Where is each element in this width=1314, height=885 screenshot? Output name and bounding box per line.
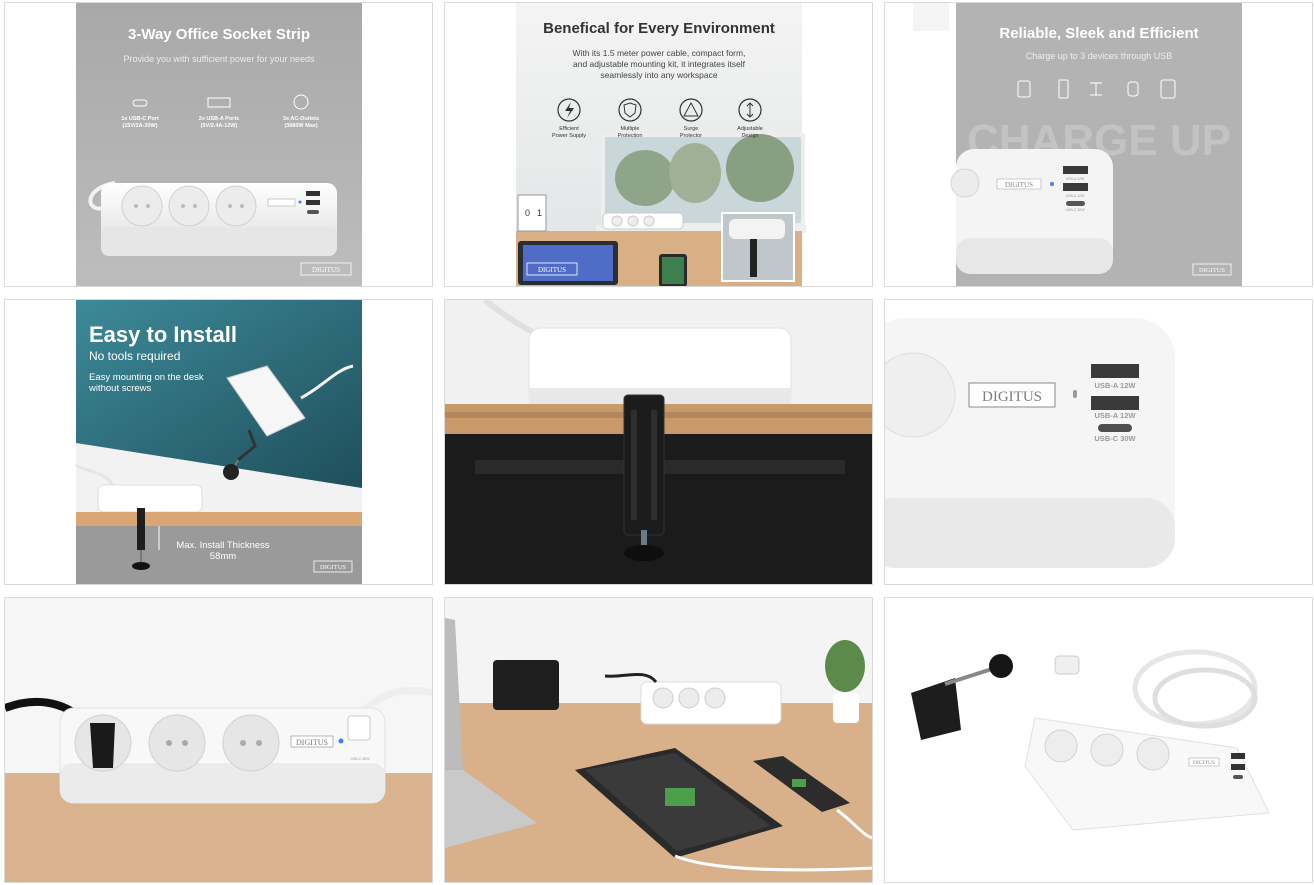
- calendar-digit-1: 0: [525, 208, 530, 218]
- thickness-line-1: Max. Install Thickness: [176, 540, 270, 551]
- clamp-knob: [624, 545, 664, 561]
- benefit-surge-line1: Surge: [684, 126, 699, 132]
- plant: [825, 640, 865, 692]
- port-label-3: USB-C 30W: [1094, 434, 1136, 443]
- brand-logo: DIGITUS: [1193, 760, 1215, 766]
- clamp-knob: [223, 464, 239, 480]
- led-indicator: [1073, 390, 1077, 398]
- charge-subtitle: Charge up to 3 devices through USB: [1026, 51, 1173, 61]
- overview-title: 3-Way Office Socket Strip: [128, 26, 310, 43]
- overview-image: 3-Way Office Socket Strip Provide you wi…: [76, 3, 362, 286]
- feature-ac-line1: 3x AC-Outlets: [283, 116, 319, 122]
- gallery-tile-charge[interactable]: Reliable, Sleek and Efficient Charge up …: [884, 2, 1313, 287]
- ac-outlet: [121, 185, 163, 227]
- desk: [76, 512, 362, 526]
- gallery-tile-ports-closeup[interactable]: DIGITUS USB-A 12W USB-A 12W USB-C 30W: [884, 299, 1313, 585]
- gallery-tile-environment[interactable]: 0 1 Benefical for Every Environment With…: [444, 2, 873, 287]
- brand-logo: DIGITUS: [982, 389, 1042, 405]
- usb-plug: [347, 715, 371, 741]
- benefit-efficient-line1: Efficient: [559, 126, 579, 132]
- install-image: Easy to Install No tools required Easy m…: [75, 300, 362, 584]
- environment-body-line-1: With its 1.5 meter power cable, compact …: [573, 48, 746, 58]
- brand-logo: DIGITUS: [538, 266, 566, 274]
- feature-usb-a-line2: (5V/2.4A-12W): [201, 123, 238, 129]
- feature-usb-c-line2: (15V/2A-30W): [122, 123, 157, 129]
- desk-setup-image: [445, 598, 872, 882]
- gallery-tile-clamp-detail[interactable]: [444, 299, 873, 585]
- ac-outlet: [222, 714, 280, 772]
- install-body-line-2: without screws: [88, 383, 152, 394]
- benefit-adjustable-line2: Design: [741, 133, 758, 139]
- environment-title: Benefical for Every Environment: [543, 20, 775, 37]
- brand-logo: DIGITUS: [312, 266, 340, 274]
- led-indicator: [1050, 182, 1054, 186]
- ac-outlet: [148, 714, 206, 772]
- feature-usb-a-line1: 2x USB-A Ports: [199, 116, 239, 122]
- gallery-tile-desk-setup[interactable]: [444, 597, 873, 883]
- environment-image: 0 1 Benefical for Every Environment With…: [516, 3, 806, 286]
- overview-subtitle: Provide you with sufficient power for yo…: [124, 54, 315, 64]
- feature-ac-line2: (3680W Max): [284, 123, 317, 129]
- usb-a-port: [1091, 364, 1139, 378]
- plug: [90, 723, 115, 768]
- usb-a-port: [1091, 396, 1139, 410]
- port-label-1: USB-A 12W: [1095, 381, 1137, 390]
- environment-body-line-3: seamlessly into any workspace: [600, 70, 717, 80]
- brand-logo: DIGITUS: [296, 738, 328, 747]
- install-body-line-1: Easy mounting on the desk: [89, 372, 204, 383]
- benefit-surge-line2: Protector: [680, 133, 702, 139]
- charge-title: Reliable, Sleek and Efficient: [999, 25, 1198, 42]
- ports-closeup-image: DIGITUS USB-A 12W USB-A 12W USB-C 30W: [885, 300, 1312, 584]
- package-contents-image: DIGITUS: [885, 598, 1312, 882]
- port-label-2: USB-A 12W: [1066, 194, 1085, 198]
- gallery-tile-desk-front[interactable]: DIGITUS USB-C 30W: [4, 597, 433, 883]
- brand-logo: DIGITUS: [1199, 267, 1225, 274]
- socket-strip-mounted: [97, 484, 203, 513]
- desk-clamp: [623, 394, 665, 536]
- benefit-efficient-line2: Power Supply: [552, 133, 586, 139]
- brand-logo: DIGITUS: [1005, 181, 1033, 189]
- benefit-protection-line2: Protection: [618, 133, 643, 139]
- port-label-1: USB-A 12W: [1066, 177, 1085, 181]
- environment-body-line-2: and adjustable mounting kit, it integrat…: [573, 59, 746, 69]
- plant-pot: [833, 693, 859, 723]
- gallery-tile-package-contents[interactable]: DIGITUS: [884, 597, 1313, 883]
- clamp-knob: [989, 654, 1013, 678]
- clamp-detail-image: [445, 300, 872, 584]
- ac-outlet: [1090, 733, 1124, 767]
- strip-base: [101, 227, 337, 256]
- plug: [1054, 655, 1080, 675]
- charge-image: Reliable, Sleek and Efficient Charge up …: [885, 3, 1242, 286]
- port-label-3: USB-C 30W: [1065, 208, 1085, 212]
- ac-outlet: [168, 185, 210, 227]
- usb-c-port: [1098, 424, 1132, 432]
- calendar-digit-2: 1: [537, 208, 542, 218]
- thickness-line-2: 58mm: [210, 551, 236, 562]
- product-image-gallery: 3-Way Office Socket Strip Provide you wi…: [0, 0, 1314, 885]
- desk-front-image: DIGITUS USB-C 30W: [5, 598, 432, 882]
- clamp-knob: [132, 562, 150, 570]
- gallery-tile-overview[interactable]: 3-Way Office Socket Strip Provide you wi…: [4, 2, 433, 287]
- port-label: USB-C 30W: [350, 757, 370, 761]
- ac-outlet: [1136, 737, 1170, 771]
- brand-logo: DIGITUS: [320, 564, 346, 571]
- benefit-adjustable-line1: Adjustable: [737, 126, 763, 132]
- led-indicator: [338, 738, 344, 744]
- install-subtitle: No tools required: [89, 349, 180, 363]
- usb-charger: [493, 660, 559, 710]
- port-label-2: USB-A 12W: [1095, 411, 1137, 420]
- ac-outlet: [1044, 729, 1078, 763]
- ac-outlet: [215, 185, 257, 227]
- benefit-protection-line1: Multiple: [621, 126, 640, 132]
- install-title: Easy to Install: [89, 322, 237, 347]
- gallery-tile-install[interactable]: Easy to Install No tools required Easy m…: [4, 299, 433, 585]
- feature-usb-c-line1: 1x USB-C Port: [121, 116, 159, 122]
